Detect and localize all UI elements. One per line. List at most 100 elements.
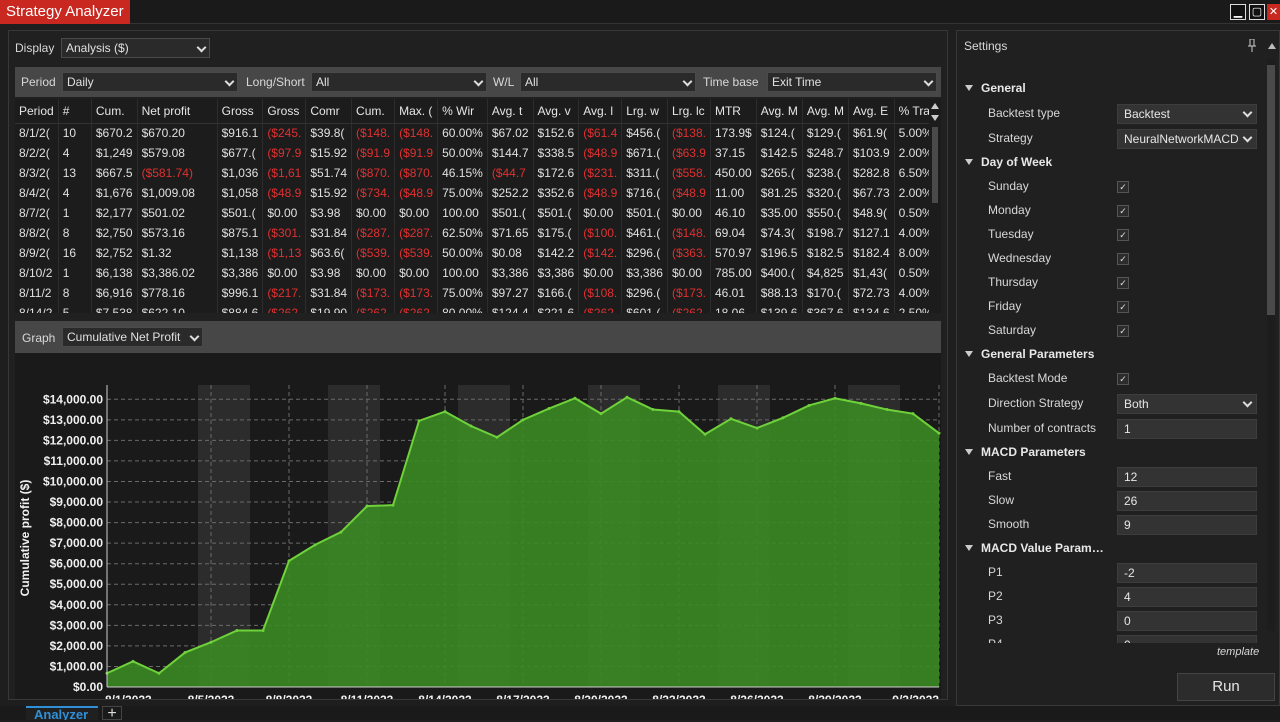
day-friday-row[interactable]: Friday ✓ xyxy=(957,295,1269,319)
slow-input[interactable]: 26 xyxy=(1117,491,1257,511)
scroll-thumb[interactable] xyxy=(932,127,938,203)
table-row[interactable]: 8/9/2(16 $2,752 $1.32 $1,138 ($1,13 $63.6(($5… xyxy=(15,243,941,263)
direction-strategy-select[interactable]: Both xyxy=(1117,394,1257,414)
section-general[interactable]: General xyxy=(957,77,1269,101)
graph-select[interactable]: Cumulative Net Profit xyxy=(62,327,203,347)
column-header[interactable]: Gross xyxy=(262,99,307,124)
day-wednesday-checkbox[interactable]: ✓ xyxy=(1117,253,1129,265)
smooth-row[interactable]: Smooth 9 xyxy=(957,513,1269,537)
smooth-input[interactable]: 9 xyxy=(1117,515,1257,535)
maximize-button[interactable]: ▢ xyxy=(1249,4,1265,20)
column-header[interactable]: Cum. xyxy=(91,99,138,124)
p1-row[interactable]: P1 -2 xyxy=(957,561,1269,585)
column-header[interactable]: Gross xyxy=(217,99,264,124)
p4-row[interactable]: P4 0 xyxy=(957,633,1269,643)
section-macd-value-params[interactable]: MACD Value Param… xyxy=(957,537,1269,561)
p2-row[interactable]: P2 4 xyxy=(957,585,1269,609)
expand-triangle-icon[interactable] xyxy=(965,159,973,165)
expand-triangle-icon[interactable] xyxy=(965,351,973,357)
table-scrollbar[interactable] xyxy=(929,99,941,313)
period-select[interactable]: Daily xyxy=(62,72,238,92)
close-button[interactable]: ✕ xyxy=(1267,4,1280,20)
slow-row[interactable]: Slow 26 xyxy=(957,489,1269,513)
number-of-contracts-row[interactable]: Number of contracts 1 xyxy=(957,417,1269,441)
p4-input[interactable]: 0 xyxy=(1117,635,1257,643)
backtest-mode-checkbox[interactable]: ✓ xyxy=(1117,373,1129,385)
data-point xyxy=(495,435,499,439)
p2-input[interactable]: 4 xyxy=(1117,587,1257,607)
expand-triangle-icon[interactable] xyxy=(965,85,973,91)
column-header[interactable]: Comr xyxy=(305,99,353,124)
p1-input[interactable]: -2 xyxy=(1117,563,1257,583)
table-row[interactable]: 8/8/2(8 $2,750 $573.16 $875.1 ($301. $31.84 ($… xyxy=(15,223,941,243)
backtest-type-row[interactable]: Backtest type Backtest xyxy=(957,102,1269,126)
fast-input[interactable]: 12 xyxy=(1117,467,1257,487)
minimize-button[interactable]: ▁ xyxy=(1230,4,1246,20)
expand-triangle-icon[interactable] xyxy=(965,449,973,455)
day-sunday-checkbox[interactable]: ✓ xyxy=(1117,181,1129,193)
timebase-select[interactable]: Exit Time xyxy=(767,72,937,92)
column-header[interactable]: # xyxy=(58,99,92,124)
table-row[interactable]: 8/7/2(1 $2,177 $501.02 $501.($0.00 $3.98 $0.0… xyxy=(15,203,941,223)
column-header[interactable]: Max. ( xyxy=(394,99,439,124)
column-header[interactable]: Avg. M xyxy=(802,99,849,124)
strategy-select[interactable]: NeuralNetworkMACD xyxy=(1117,129,1257,149)
column-header[interactable]: Avg. E xyxy=(848,99,895,124)
column-header[interactable]: Lrg. w xyxy=(621,99,668,124)
day-tuesday-checkbox[interactable]: ✓ xyxy=(1117,229,1129,241)
pin-icon[interactable] xyxy=(1247,39,1257,53)
number-of-contracts-input[interactable]: 1 xyxy=(1117,419,1257,439)
column-header[interactable]: Cum. xyxy=(351,99,396,124)
column-header[interactable]: Avg. v xyxy=(533,99,580,124)
wl-select[interactable]: All xyxy=(520,72,696,92)
day-sunday-row[interactable]: Sunday ✓ xyxy=(957,175,1269,199)
tab-analyzer[interactable]: Analyzer xyxy=(26,706,98,720)
day-saturday-checkbox[interactable]: ✓ xyxy=(1117,325,1129,337)
table-row[interactable]: 8/11/2 8 $6,916 $778.16 $996.1 ($217. $31.84 ($… xyxy=(15,283,941,303)
day-tuesday-row[interactable]: Tuesday ✓ xyxy=(957,223,1269,247)
collapse-up-icon[interactable] xyxy=(1267,41,1277,51)
settings-scrollbar[interactable] xyxy=(1267,59,1275,631)
fast-row[interactable]: Fast 12 xyxy=(957,465,1269,489)
day-thursday-row[interactable]: Thursday ✓ xyxy=(957,271,1269,295)
section-day-of-week[interactable]: Day of Week xyxy=(957,151,1269,175)
table-row[interactable]: 8/1/2(10 $670.2 $670.20 $916.1 ($245. $39.8((… xyxy=(15,123,941,143)
table-row[interactable]: 8/4/2(4 $1,676 $1,009.08 $1,058 ($48.9 $15.92… xyxy=(15,183,941,203)
section-macd-parameters[interactable]: MACD Parameters xyxy=(957,441,1269,465)
column-header[interactable]: Avg. M xyxy=(756,99,803,124)
direction-strategy-row[interactable]: Direction Strategy Both xyxy=(957,392,1269,416)
table-row[interactable]: 8/3/2(13 $667.5 ($581.74) $1,036 ($1,61 $51.7… xyxy=(15,163,941,183)
scroll-down-icon[interactable] xyxy=(931,115,939,121)
column-header[interactable]: Lrg. lc xyxy=(667,99,711,124)
backtest-mode-row[interactable]: Backtest Mode ✓ xyxy=(957,367,1269,391)
run-button[interactable]: Run xyxy=(1177,673,1275,701)
scroll-up-icon[interactable] xyxy=(931,103,939,109)
settings-scroll-thumb[interactable] xyxy=(1267,65,1275,315)
expand-triangle-icon[interactable] xyxy=(965,545,973,551)
day-saturday-row[interactable]: Saturday ✓ xyxy=(957,319,1269,343)
p3-row[interactable]: P3 0 xyxy=(957,609,1269,633)
p3-input[interactable]: 0 xyxy=(1117,611,1257,631)
strategy-row[interactable]: Strategy NeuralNetworkMACD xyxy=(957,127,1269,151)
day-monday-checkbox[interactable]: ✓ xyxy=(1117,205,1129,217)
day-wednesday-row[interactable]: Wednesday ✓ xyxy=(957,247,1269,271)
display-select[interactable]: Analysis ($) xyxy=(61,38,210,58)
day-monday-row[interactable]: Monday ✓ xyxy=(957,199,1269,223)
column-header[interactable]: MTR xyxy=(710,99,757,124)
column-header[interactable]: Period xyxy=(15,99,59,124)
section-general-parameters[interactable]: General Parameters xyxy=(957,343,1269,367)
table-row[interactable]: 8/10/2 1 $6,138 $3,386.02 $3,386 $0.00 $3.98 $0… xyxy=(15,263,941,283)
table-row[interactable]: 8/2/2(4 $1,249 $579.08 $677.(($97.9 $15.92 ($… xyxy=(15,143,941,163)
day-friday-checkbox[interactable]: ✓ xyxy=(1117,301,1129,313)
column-header[interactable]: % Wir xyxy=(437,99,488,124)
longshort-select[interactable]: All xyxy=(311,72,487,92)
backtest-type-select[interactable]: Backtest xyxy=(1117,104,1257,124)
table-cell: $579.08 xyxy=(137,143,218,163)
day-thursday-checkbox[interactable]: ✓ xyxy=(1117,277,1129,289)
table-row[interactable]: 8/14/2 5 $7,538 $622.10 $884.6 ($262. $19.90 ($… xyxy=(15,303,941,313)
template-label[interactable]: template xyxy=(1217,646,1259,658)
column-header[interactable]: Net profit xyxy=(137,99,218,124)
column-header[interactable]: Avg. l xyxy=(578,99,623,124)
add-tab-button[interactable]: + xyxy=(102,706,122,722)
column-header[interactable]: Avg. t xyxy=(487,99,534,124)
